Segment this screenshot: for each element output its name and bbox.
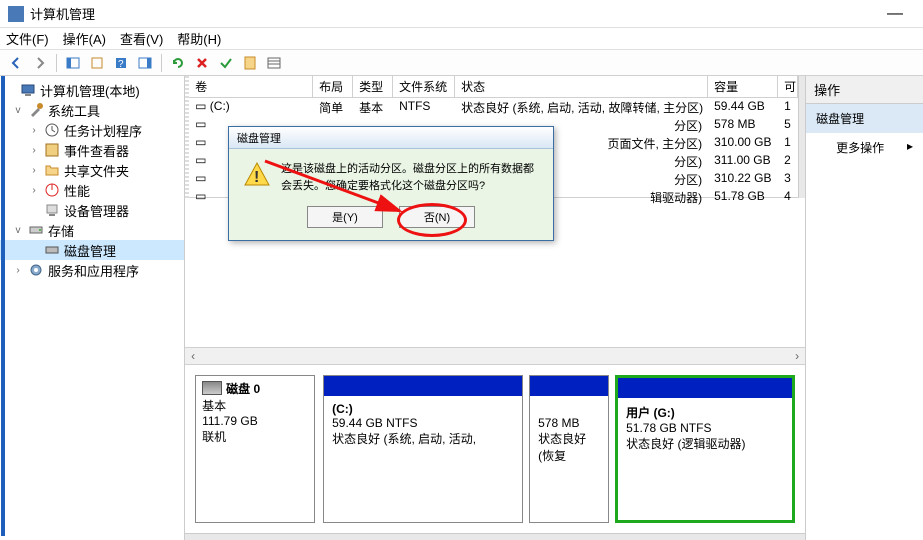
action-pane-button[interactable] [135,53,155,73]
tree-shared-folders[interactable]: › 共享文件夹 [0,160,184,180]
toolbar-separator [161,54,162,72]
delete-button[interactable] [192,53,212,73]
disk-icon [44,242,60,258]
tree-label: 设备管理器 [64,201,129,220]
tree-root[interactable]: 计算机管理(本地) [0,80,184,100]
dialog-message: 这是该磁盘上的活动分区。磁盘分区上的所有数据都会丢失。您确定要格式化这个磁盘分区… [281,161,539,194]
folder-icon [44,162,60,178]
menu-view[interactable]: 查看(V) [120,29,163,48]
menu-action[interactable]: 操作(A) [63,29,106,48]
clock-icon [44,122,60,138]
tree-label: 事件查看器 [64,141,129,160]
scroll-right-icon[interactable]: › [789,349,805,363]
tree-task-scheduler[interactable]: › 任务计划程序 [0,120,184,140]
action-disk-management[interactable]: 磁盘管理 [806,104,923,133]
partition-recovery[interactable]: 578 MB 状态良好 (恢复 [529,375,609,524]
confirm-dialog: 磁盘管理 ! 这是该磁盘上的活动分区。磁盘分区上的所有数据都会丢失。您确定要格式… [228,126,554,241]
device-icon [44,202,60,218]
partition-header-bar [530,376,608,396]
tree-label: 计算机管理(本地) [40,81,140,100]
actions-pane: 操作 磁盘管理 更多操作 ▸ [806,76,923,540]
horizontal-scrollbar[interactable]: ‹ › [185,347,805,365]
twisty-icon[interactable]: › [28,145,40,156]
disk-scrollbar[interactable] [185,533,805,540]
menubar: 文件(F) 操作(A) 查看(V) 帮助(H) [0,28,923,50]
tree-label: 任务计划程序 [64,121,142,140]
svg-text:?: ? [118,59,124,70]
back-button[interactable] [6,53,26,73]
toolbar: ? [0,50,923,76]
action-more[interactable]: 更多操作 ▸ [806,133,923,162]
tree-system-tools[interactable]: v 系统工具 [0,100,184,120]
tree-storage[interactable]: v 存储 [0,220,184,240]
yes-button[interactable]: 是(Y) [307,206,383,228]
tree-label: 共享文件夹 [64,161,129,180]
storage-icon [28,222,44,238]
show-hide-tree-button[interactable] [63,53,83,73]
window-title: 计算机管理 [30,4,875,23]
col-status[interactable]: 状态 [455,76,708,97]
help-button[interactable]: ? [111,53,131,73]
twisty-icon[interactable]: v [12,225,24,236]
chevron-right-icon: ▸ [907,139,913,153]
col-type[interactable]: 类型 [353,76,393,97]
forward-button[interactable] [30,53,50,73]
tree-services-apps[interactable]: › 服务和应用程序 [0,260,184,280]
col-volume[interactable]: 卷 [189,76,313,97]
partition-header-bar [618,378,792,398]
list-button[interactable] [264,53,284,73]
left-accent-bar [1,76,5,536]
disk-icon [202,381,222,395]
services-icon [28,262,44,278]
disk-graphical-view: 磁盘 0 基本 111.79 GB 联机 (C:) 59.44 GB NTFS … [185,365,805,534]
tree-label: 存储 [48,221,74,240]
col-layout[interactable]: 布局 [313,76,353,97]
titlebar: 计算机管理 — [0,0,923,28]
tree-label: 磁盘管理 [64,241,116,260]
twisty-icon[interactable]: › [28,165,40,176]
warning-icon: ! [243,161,271,189]
partition-header-bar [324,376,522,396]
disk-info[interactable]: 磁盘 0 基本 111.79 GB 联机 [195,375,315,524]
check-button[interactable] [216,53,236,73]
settings-button[interactable] [240,53,260,73]
event-icon [44,142,60,158]
performance-icon [44,182,60,198]
twisty-icon[interactable]: › [12,265,24,276]
partition-c[interactable]: (C:) 59.44 GB NTFS 状态良好 (系统, 启动, 活动, [323,375,523,524]
toolbar-separator [56,54,57,72]
menu-help[interactable]: 帮助(H) [177,29,221,48]
menu-file[interactable]: 文件(F) [6,29,49,48]
col-filesystem[interactable]: 文件系统 [393,76,455,97]
twisty-icon[interactable]: › [28,185,40,196]
tree-disk-management[interactable]: 磁盘管理 [0,240,184,260]
tree-performance[interactable]: › 性能 [0,180,184,200]
tree-event-viewer[interactable]: › 事件查看器 [0,140,184,160]
tree-label: 性能 [64,181,90,200]
col-available[interactable]: 可 [778,76,798,97]
volume-row[interactable]: ▭ (C:) 简单 基本 NTFS 状态良好 (系统, 启动, 活动, 故障转储… [189,98,798,116]
app-icon [8,6,24,22]
scroll-left-icon[interactable]: ‹ [185,349,201,363]
navigation-tree: 计算机管理(本地) v 系统工具 › 任务计划程序 › 事件查看器 › 共享文件… [0,76,185,540]
properties-button[interactable] [87,53,107,73]
tree-label: 服务和应用程序 [48,261,139,280]
twisty-icon[interactable]: v [12,105,24,116]
volume-list-header: 卷 布局 类型 文件系统 状态 容量 可 [189,76,798,98]
minimize-button[interactable]: — [875,5,915,23]
svg-text:!: ! [254,169,259,186]
col-capacity[interactable]: 容量 [708,76,778,97]
tree-label: 系统工具 [48,101,100,120]
vol-icon: ▭ [195,99,206,113]
vertical-scrollbar[interactable] [798,76,805,198]
refresh-button[interactable] [168,53,188,73]
tree-device-manager[interactable]: 设备管理器 [0,200,184,220]
tools-icon [28,102,44,118]
twisty-icon[interactable]: › [28,125,40,136]
partition-g[interactable]: 用户 (G:) 51.78 GB NTFS 状态良好 (逻辑驱动器) [615,375,795,524]
computer-icon [20,82,36,98]
no-button[interactable]: 否(N) [399,206,475,228]
actions-header: 操作 [806,76,923,104]
dialog-title: 磁盘管理 [229,127,553,149]
